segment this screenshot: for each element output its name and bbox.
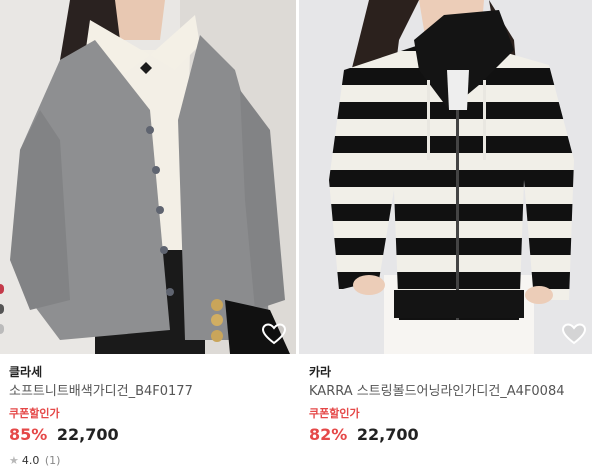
brand-name[interactable]: 클라세 xyxy=(9,363,292,381)
discount-rate: 85% xyxy=(9,425,48,444)
price-row: 85% 22,700 xyxy=(9,423,292,447)
product-info: 클라세 소프트니트배색가디건_B4F0177 쿠폰할인가 85% 22,700 … xyxy=(9,363,292,469)
sale-price: 22,700 xyxy=(356,425,419,444)
product-info: 카라 KARRA 스트링볼드어닝라인가디건_A4F0084 쿠폰할인가 82% … xyxy=(309,363,588,447)
product-image[interactable] xyxy=(0,0,296,354)
coupon-label: 쿠폰할인가 xyxy=(309,407,360,420)
rating-value: 4.0 xyxy=(21,454,40,467)
heart-outline-icon[interactable] xyxy=(561,322,587,346)
brand-name[interactable]: 카라 xyxy=(309,363,588,381)
discount-rate: 82% xyxy=(309,425,348,444)
product-grid: 클라세 소프트니트배색가디건_B4F0177 쿠폰할인가 85% 22,700 … xyxy=(0,0,592,472)
heart-outline-icon[interactable] xyxy=(261,322,287,346)
product-card[interactable]: 카라 KARRA 스트링볼드어닝라인가디건_A4F0084 쿠폰할인가 82% … xyxy=(299,0,592,472)
product-card[interactable]: 클라세 소프트니트배색가디건_B4F0177 쿠폰할인가 85% 22,700 … xyxy=(0,0,296,472)
product-name[interactable]: KARRA 스트링볼드어닝라인가디건_A4F0084 xyxy=(309,381,588,403)
price-row: 82% 22,700 xyxy=(309,423,588,447)
sale-price: 22,700 xyxy=(56,425,119,444)
review-count: (1) xyxy=(44,454,61,467)
product-image[interactable] xyxy=(299,0,592,354)
rating-row: ★ 4.0 (1) xyxy=(9,453,292,469)
star-icon: ★ xyxy=(9,454,19,467)
coupon-label: 쿠폰할인가 xyxy=(9,407,60,420)
product-name[interactable]: 소프트니트배색가디건_B4F0177 xyxy=(9,381,292,403)
